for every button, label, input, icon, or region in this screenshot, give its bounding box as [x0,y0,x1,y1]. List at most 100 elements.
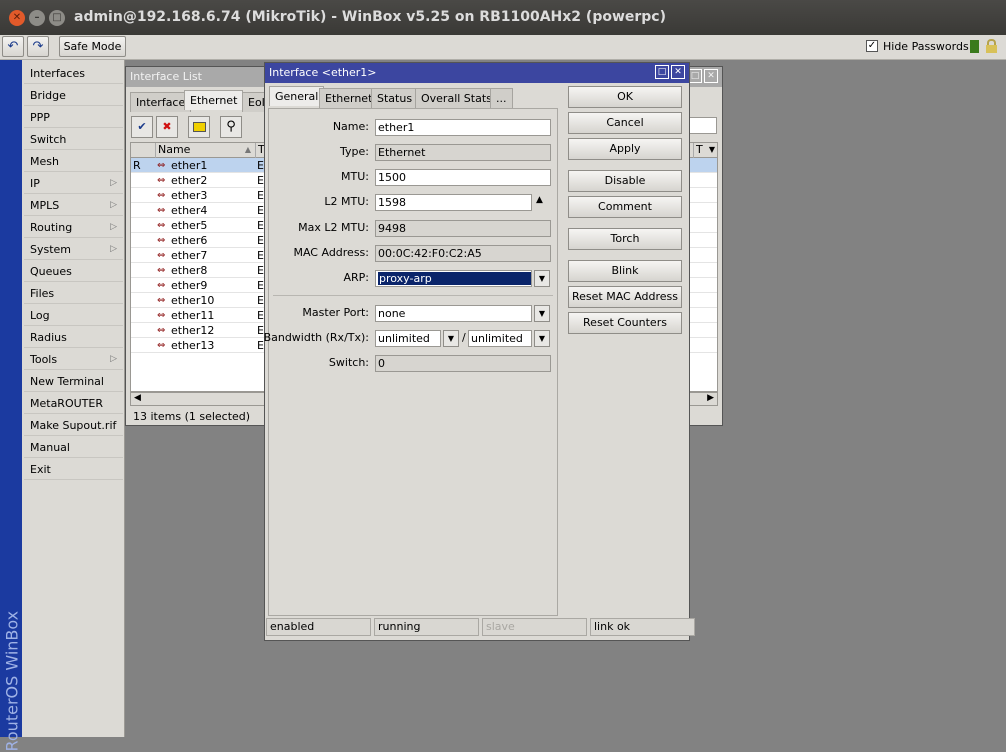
ethernet-icon: ⇔ [157,235,166,246]
tab-ethernet[interactable]: Ethernet [184,90,244,110]
menu-item-label: Queues [30,265,72,278]
menu-item-system[interactable]: System ▷ [24,239,123,260]
menu-item-tools[interactable]: Tools ▷ [24,349,123,370]
mtu-label: MTU: [341,170,369,183]
cancel-button[interactable]: Cancel [568,112,682,134]
status-cell-link-ok: link ok [590,618,695,636]
menu-item-make-supout-rif[interactable]: Make Supout.rif [24,415,123,436]
menu-item-label: Radius [30,331,67,344]
menu-item-metarouter[interactable]: MetaROUTER [24,393,123,414]
master-port-select[interactable]: none [375,305,532,322]
interface-dialog-title: Interface <ether1> [269,66,377,79]
row-name: ether8 [171,264,208,277]
collapse-icon[interactable]: ▲ [536,195,543,205]
bandwidth-rx-select[interactable]: unlimited [375,330,441,347]
menu-item-radius[interactable]: Radius [24,327,123,348]
ethernet-icon: ⇔ [157,220,166,231]
menu-item-bridge[interactable]: Bridge [24,85,123,106]
menu-item-log[interactable]: Log [24,305,123,326]
reset-mac-address-button[interactable]: Reset MAC Address [568,286,682,308]
disable-button[interactable]: Disable [568,170,682,192]
comment-button[interactable]: Comment [568,196,682,218]
apply-button[interactable]: Apply [568,138,682,160]
scroll-left-icon[interactable]: ◀ [134,393,141,403]
interface-list-title: Interface List [130,70,202,83]
menu-item-label: Switch [30,133,67,146]
minimize-icon[interactable]: – [29,10,45,26]
tab-ethernet[interactable]: Ethernet [319,88,379,108]
safe-mode-button[interactable]: Safe Mode [59,36,126,57]
menu-item-mpls[interactable]: MPLS ▷ [24,195,123,216]
menu-item-label: Bridge [30,89,66,102]
close-icon[interactable]: ✕ [704,69,718,83]
name-label: Name: [332,120,369,133]
bandwidth-tx-select[interactable]: unlimited [468,330,532,347]
maximize-icon[interactable]: □ [655,65,669,79]
add-enable-button[interactable]: ✔ [131,116,153,138]
menu-item-exit[interactable]: Exit [24,459,123,480]
tab-general[interactable]: General [269,86,325,106]
l2mtu-field[interactable]: 1598 [375,194,532,211]
undo-icon: ↶ [7,39,19,54]
menu-item-queues[interactable]: Queues [24,261,123,282]
arp-dropdown-icon[interactable]: ▼ [534,270,550,287]
comment-button[interactable] [188,116,210,138]
filter-button[interactable]: ⚲ [220,116,242,138]
master-port-dropdown-icon[interactable]: ▼ [534,305,550,322]
menu-item-label: Manual [30,441,70,454]
redo-button[interactable]: ↷ [27,36,49,57]
disable-button[interactable]: ✖ [156,116,178,138]
menu-item-new-terminal[interactable]: New Terminal [24,371,123,392]
menu-item-label: MetaROUTER [30,397,103,410]
section-divider [273,295,553,296]
tab-more[interactable]: ... [490,88,513,108]
menu-item-files[interactable]: Files [24,283,123,304]
tab-overall-stats[interactable]: Overall Stats [415,88,498,108]
tab-interface[interactable]: Interface [130,92,192,112]
menu-item-switch[interactable]: Switch [24,129,123,150]
sort-icon: ▲ [244,145,251,154]
maximize-icon[interactable]: □ [688,69,702,83]
arp-label: ARP: [343,271,369,284]
reset-counters-button[interactable]: Reset Counters [568,312,682,334]
bandwidth-rx-dropdown-icon[interactable]: ▼ [443,330,459,347]
menu-item-ip[interactable]: IP ▷ [24,173,123,194]
menu-item-mesh[interactable]: Mesh [24,151,123,172]
row-name: ether3 [171,189,208,202]
menu-item-interfaces[interactable]: Interfaces [24,63,123,84]
interface-dialog-titlebar[interactable]: Interface <ether1> ✕ □ [265,63,689,83]
close-icon[interactable]: ✕ [9,10,25,26]
submenu-arrow-icon: ▷ [110,244,117,254]
brand-logo-text: RouterOS WinBox [2,610,22,752]
menu-item-manual[interactable]: Manual [24,437,123,458]
maximize-icon[interactable]: □ [49,10,65,26]
row-name: ether1 [171,159,208,172]
tab-status[interactable]: Status [371,88,419,108]
cross-icon: ✖ [162,120,172,133]
mtu-field[interactable]: 1500 [375,169,551,186]
column-header-extra[interactable]: T ▼ [693,143,717,158]
ok-button[interactable]: OK [568,86,682,108]
undo-button[interactable]: ↶ [2,36,24,57]
arp-select[interactable]: proxy-arp [375,270,532,287]
menu-item-routing[interactable]: Routing ▷ [24,217,123,238]
general-tab-panel: Name: ether1 Type: Ethernet MTU: 1500 L2… [264,108,558,616]
menu-item-label: Interfaces [30,67,85,80]
type-label: Type: [340,145,369,158]
chevron-down-icon[interactable]: ▼ [709,143,715,157]
close-icon[interactable]: ✕ [671,65,685,79]
hide-passwords-checkbox[interactable]: ✓ [866,40,878,52]
blink-button[interactable]: Blink [568,260,682,282]
menu-item-ppp[interactable]: PPP [24,107,123,128]
column-header-name[interactable]: Name ▲ [155,143,255,158]
status-cell-running: running [374,618,479,636]
bandwidth-label: Bandwidth (Rx/Tx): [263,331,369,344]
name-field[interactable]: ether1 [375,119,551,136]
find-input[interactable] [689,117,717,134]
bandwidth-tx-dropdown-icon[interactable]: ▼ [534,330,550,347]
redo-icon: ↷ [32,39,44,54]
torch-button[interactable]: Torch [568,228,682,250]
status-indicator-icon [970,40,979,53]
main-menu: Interfaces Bridge PPP Switch Mesh IP ▷ MPLS ▷ Rou… [22,60,125,737]
scroll-right-icon[interactable]: ▶ [707,393,714,403]
